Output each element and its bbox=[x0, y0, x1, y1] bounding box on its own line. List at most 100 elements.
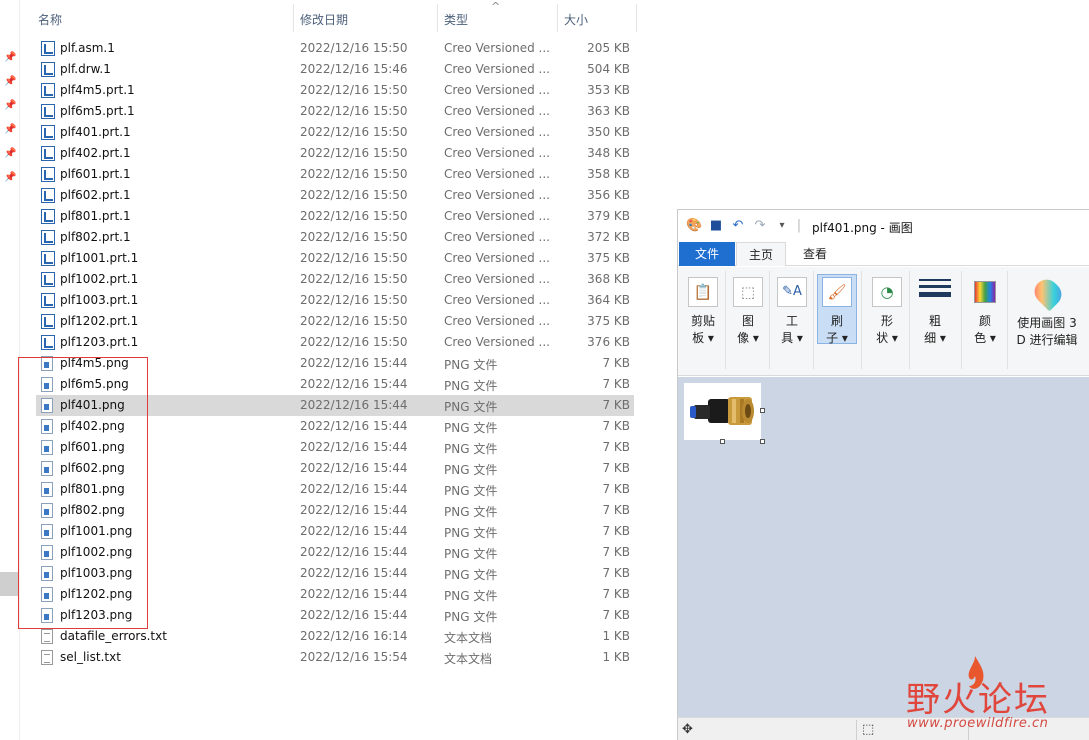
file-row[interactable]: plf601.prt.1 2022/12/16 15:50 Creo Version… bbox=[36, 164, 634, 185]
file-name: plf602.prt.1 bbox=[60, 188, 131, 202]
file-row[interactable]: plf1202.prt.1 2022/12/16 15:50 Creo Versio… bbox=[36, 311, 634, 332]
tab-file[interactable]: 文件 bbox=[679, 242, 735, 266]
file-size: 7 KB bbox=[602, 545, 630, 559]
file-row[interactable]: plf4m5.prt.1 2022/12/16 15:50 Creo Version… bbox=[36, 80, 634, 101]
file-type: PNG 文件 bbox=[444, 568, 498, 582]
undo-icon[interactable]: ↶ bbox=[730, 218, 746, 234]
file-size: 353 KB bbox=[587, 83, 630, 97]
file-size: 7 KB bbox=[602, 503, 630, 517]
clipboard-group: 📋 剪贴 板 ▾ bbox=[682, 271, 726, 369]
column-header-modified[interactable]: 修改日期 bbox=[300, 11, 348, 28]
paint3d-group: 使用画图 3 D 进行编辑 bbox=[1010, 271, 1084, 369]
creo-file-icon bbox=[41, 209, 55, 224]
file-size: 7 KB bbox=[602, 440, 630, 454]
file-type: Creo Versioned ... bbox=[444, 62, 550, 76]
column-header-type[interactable]: 类型 bbox=[444, 11, 468, 28]
pin-icon[interactable]: 📌 bbox=[4, 52, 16, 63]
file-size: 372 KB bbox=[587, 230, 630, 244]
file-name: plf.asm.1 bbox=[60, 41, 115, 55]
file-size: 375 KB bbox=[587, 251, 630, 265]
pin-icon[interactable]: 📌 bbox=[4, 124, 16, 135]
column-header-name[interactable]: 名称 bbox=[38, 11, 62, 28]
resize-handle[interactable] bbox=[720, 439, 725, 444]
file-type: PNG 文件 bbox=[444, 421, 498, 435]
resize-handle[interactable] bbox=[760, 439, 765, 444]
text-file-icon bbox=[41, 650, 53, 665]
creo-file-icon bbox=[41, 188, 55, 203]
creo-file-icon bbox=[41, 314, 55, 329]
canvas-workspace[interactable] bbox=[678, 377, 1089, 717]
column-header-size[interactable]: 大小 bbox=[564, 11, 588, 28]
brush-button[interactable]: 🖌 刷 子 ▾ bbox=[817, 274, 857, 345]
image-label-2: 像 ▾ bbox=[737, 331, 759, 345]
palette-icon bbox=[974, 281, 996, 303]
file-type: Creo Versioned ... bbox=[444, 293, 550, 307]
file-name: plf1003.prt.1 bbox=[60, 293, 139, 307]
file-modified: 2022/12/16 15:50 bbox=[300, 83, 408, 97]
file-size: 375 KB bbox=[587, 314, 630, 328]
file-size: 504 KB bbox=[587, 62, 630, 76]
colors-button[interactable]: 颜 色 ▾ bbox=[966, 275, 1004, 347]
file-modified: 2022/12/16 15:50 bbox=[300, 188, 408, 202]
creo-file-icon bbox=[41, 125, 55, 140]
image-button[interactable]: ⬚ 图 像 ▾ bbox=[729, 275, 767, 347]
file-row[interactable]: plf6m5.prt.1 2022/12/16 15:50 Creo Version… bbox=[36, 101, 634, 122]
file-row[interactable]: plf801.prt.1 2022/12/16 15:50 Creo Version… bbox=[36, 206, 634, 227]
paint3d-button[interactable]: 使用画图 3 D 进行编辑 bbox=[1012, 274, 1082, 347]
clipboard-button[interactable]: 📋 剪贴 板 ▾ bbox=[684, 275, 722, 347]
file-size: 1 KB bbox=[602, 650, 630, 664]
file-row[interactable]: plf1003.prt.1 2022/12/16 15:50 Creo Versio… bbox=[36, 290, 634, 311]
file-row[interactable]: plf.asm.1 2022/12/16 15:50 Creo Versioned … bbox=[36, 38, 634, 59]
column-divider[interactable] bbox=[293, 4, 294, 32]
file-row[interactable]: plf.drw.1 2022/12/16 15:46 Creo Versioned … bbox=[36, 59, 634, 80]
file-type: Creo Versioned ... bbox=[444, 146, 550, 160]
shapes-button[interactable]: ◔ 形 状 ▾ bbox=[868, 275, 906, 347]
file-type: PNG 文件 bbox=[444, 463, 498, 477]
file-row[interactable]: plf1002.prt.1 2022/12/16 15:50 Creo Versio… bbox=[36, 269, 634, 290]
file-type: 文本文档 bbox=[444, 652, 493, 666]
file-modified: 2022/12/16 15:44 bbox=[300, 377, 408, 391]
tab-view[interactable]: 查看 bbox=[790, 242, 840, 266]
file-type: Creo Versioned ... bbox=[444, 251, 550, 265]
creo-file-icon bbox=[41, 230, 55, 245]
brush-group: 🖌 刷 子 ▾ bbox=[816, 271, 862, 369]
file-row[interactable]: plf1203.prt.1 2022/12/16 15:50 Creo Versio… bbox=[36, 332, 634, 353]
tools-button[interactable]: ✎A 工 具 ▾ bbox=[773, 275, 811, 347]
pin-icon[interactable]: 📌 bbox=[4, 148, 16, 159]
creo-file-icon bbox=[41, 335, 55, 350]
file-type: Creo Versioned ... bbox=[444, 272, 550, 286]
file-row[interactable]: plf1001.prt.1 2022/12/16 15:50 Creo Versio… bbox=[36, 248, 634, 269]
file-row[interactable]: datafile_errors.txt 2022/12/16 16:14 文本文档 1… bbox=[36, 626, 634, 647]
redo-icon[interactable]: ↷ bbox=[752, 218, 768, 234]
file-row[interactable]: plf602.prt.1 2022/12/16 15:50 Creo Version… bbox=[36, 185, 634, 206]
paint-app-icon[interactable]: 🎨 bbox=[686, 218, 702, 234]
pin-icon[interactable]: 📌 bbox=[4, 76, 16, 87]
file-type: Creo Versioned ... bbox=[444, 167, 550, 181]
paint3d-label: 使用画图 3 bbox=[1017, 316, 1077, 330]
shapes-group: ◔ 形 状 ▾ bbox=[866, 271, 910, 369]
save-icon[interactable]: ■ bbox=[708, 218, 724, 234]
file-row[interactable]: plf401.prt.1 2022/12/16 15:50 Creo Version… bbox=[36, 122, 634, 143]
file-row[interactable]: sel_list.txt 2022/12/16 15:54 文本文档 1 KB bbox=[36, 647, 634, 668]
column-divider[interactable] bbox=[437, 4, 438, 32]
column-divider[interactable] bbox=[557, 4, 558, 32]
resize-handle[interactable] bbox=[760, 408, 765, 413]
image-canvas[interactable] bbox=[684, 383, 765, 444]
column-divider[interactable] bbox=[636, 4, 637, 32]
customize-qat-icon[interactable]: ▾ bbox=[774, 218, 790, 234]
pin-icon[interactable]: 📌 bbox=[4, 172, 16, 183]
pin-icon[interactable]: 📌 bbox=[4, 100, 16, 111]
size-button[interactable]: 粗 细 ▾ bbox=[916, 275, 954, 347]
sort-caret-icon: ^ bbox=[491, 0, 501, 13]
file-size: 364 KB bbox=[587, 293, 630, 307]
file-row[interactable]: plf402.prt.1 2022/12/16 15:50 Creo Version… bbox=[36, 143, 634, 164]
file-size: 358 KB bbox=[587, 167, 630, 181]
file-modified: 2022/12/16 15:44 bbox=[300, 461, 408, 475]
file-size: 348 KB bbox=[587, 146, 630, 160]
file-row[interactable]: plf802.prt.1 2022/12/16 15:50 Creo Version… bbox=[36, 227, 634, 248]
nav-scrollbar-thumb[interactable] bbox=[0, 572, 18, 596]
file-type: PNG 文件 bbox=[444, 505, 498, 519]
tab-home[interactable]: 主页 bbox=[736, 242, 786, 266]
file-modified: 2022/12/16 15:50 bbox=[300, 251, 408, 265]
file-modified: 2022/12/16 15:54 bbox=[300, 650, 408, 664]
